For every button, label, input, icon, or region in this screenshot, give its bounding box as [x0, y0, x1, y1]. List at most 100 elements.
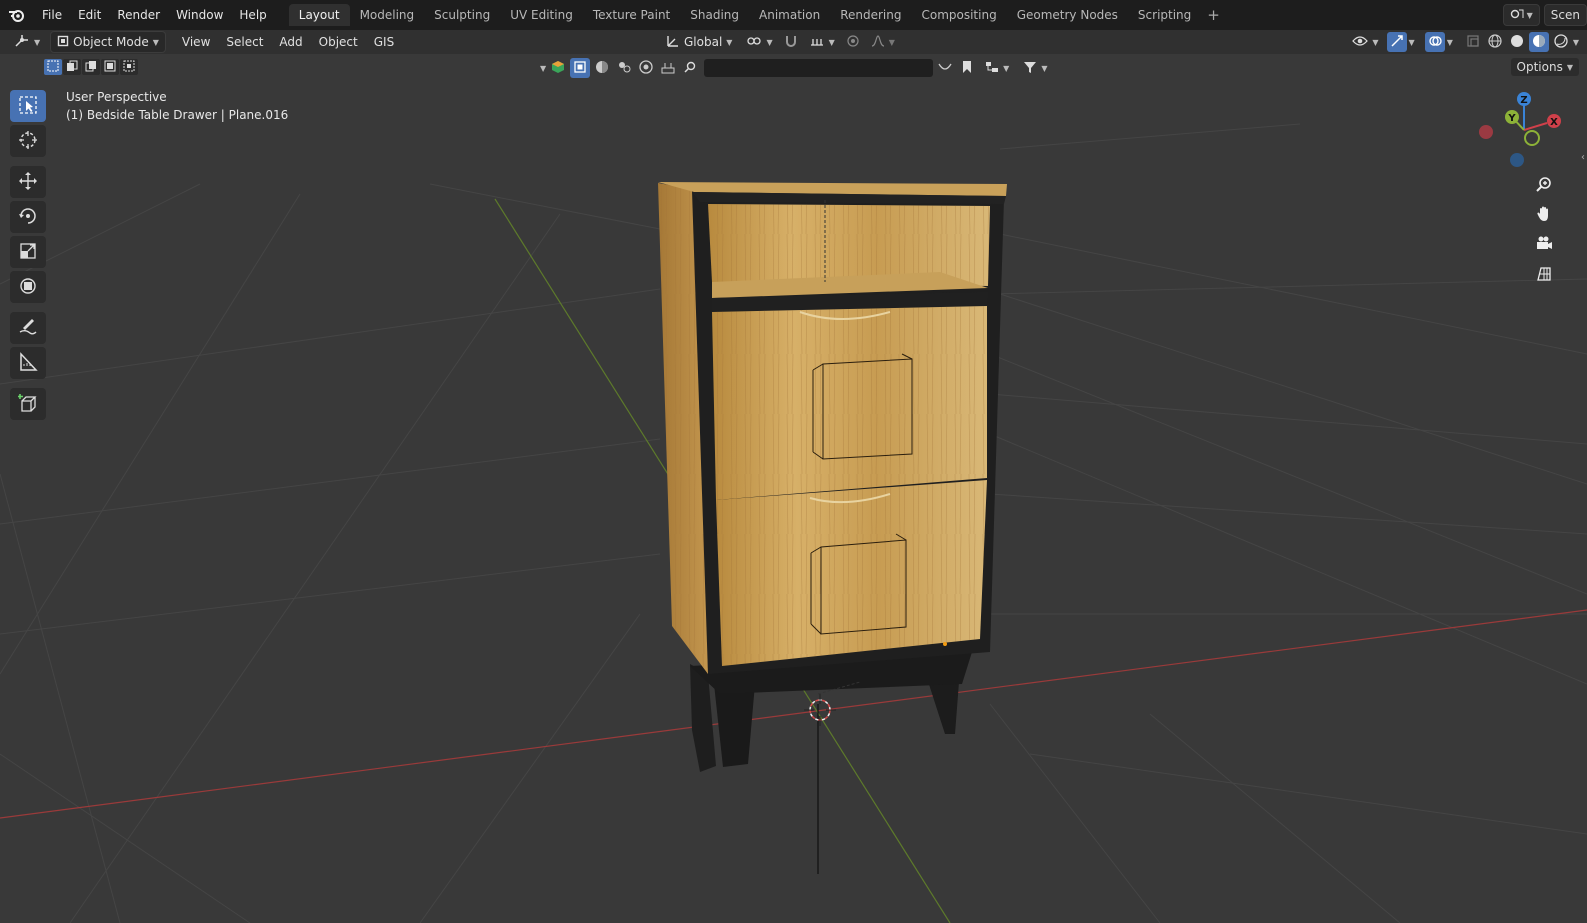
tool-select-box[interactable] — [10, 90, 46, 122]
filter-dropdown[interactable]: ▼ — [1017, 58, 1053, 78]
chevron-down-icon[interactable]: ▼ — [540, 64, 546, 73]
tab-compositing[interactable]: Compositing — [911, 4, 1006, 26]
zoom-button[interactable] — [1530, 172, 1558, 198]
proportional-icon — [847, 34, 859, 50]
menu-gis[interactable]: GIS — [366, 35, 402, 49]
proportional-edit-toggle[interactable] — [843, 32, 863, 52]
mode-dropdown[interactable]: Object Mode ▼ — [50, 31, 166, 53]
tool-measure[interactable] — [10, 347, 46, 379]
menu-window[interactable]: Window — [168, 0, 231, 30]
menu-file[interactable]: File — [34, 0, 70, 30]
world-icon — [639, 59, 653, 77]
menu-select[interactable]: Select — [218, 35, 271, 49]
pivot-dropdown[interactable]: ▼ — [740, 32, 778, 52]
tab-uv-editing[interactable]: UV Editing — [500, 4, 583, 26]
shading-solid[interactable] — [1507, 32, 1527, 52]
gizmo-neg-z-icon[interactable] — [1510, 153, 1524, 167]
select-extend-icon — [66, 60, 78, 75]
blender-logo-icon[interactable] — [0, 7, 34, 23]
navigation-gizmo[interactable]: Z X Y — [1474, 88, 1566, 172]
falloff-curve-icon — [871, 34, 885, 50]
display-filter-4[interactable] — [658, 58, 678, 78]
snap-target-dropdown[interactable]: ▼ — [803, 32, 841, 52]
menu-object[interactable]: Object — [311, 35, 366, 49]
tool-shelf — [8, 90, 48, 423]
select-box-filter[interactable] — [570, 58, 591, 78]
gizmo-neg-y-icon[interactable] — [1524, 130, 1540, 146]
gizmo-toggle[interactable] — [1386, 32, 1407, 52]
display-filter-3[interactable] — [636, 58, 656, 78]
shading-material[interactable] — [1528, 32, 1549, 52]
snap-toggle[interactable] — [781, 32, 801, 52]
tab-scripting[interactable]: Scripting — [1128, 4, 1201, 26]
3d-viewport[interactable]: ▼ ▼ ▼ Options ▼ ‹ User Perspective (1) B… — [0, 54, 1587, 923]
tool-cursor[interactable] — [10, 125, 46, 157]
tab-rendering[interactable]: Rendering — [830, 4, 911, 26]
bedside-table-model[interactable] — [658, 182, 1007, 772]
tool-transform[interactable] — [10, 271, 46, 303]
shading-wireframe[interactable] — [1485, 32, 1505, 52]
overlays-toggle[interactable] — [1424, 32, 1445, 52]
chevron-down-icon: ▼ — [726, 37, 733, 47]
xray-toggle[interactable] — [1463, 32, 1483, 52]
object-type-filter[interactable] — [548, 58, 568, 78]
gizmo-y-icon[interactable]: Y — [1505, 110, 1519, 124]
tool-move[interactable] — [10, 166, 46, 198]
measure-icon — [18, 351, 38, 375]
scene-name-field[interactable]: Scen — [1543, 4, 1587, 26]
gizmo-neg-x-icon[interactable] — [1479, 125, 1493, 139]
falloff-dropdown[interactable]: ▼ — [865, 32, 901, 52]
options-dropdown[interactable]: Options ▼ — [1510, 58, 1579, 76]
hierarchy-dropdown[interactable]: ▼ — [979, 58, 1015, 78]
viewport-filters: ▼ ▼ ▼ — [540, 58, 1053, 78]
menu-view[interactable]: View — [174, 35, 218, 49]
select-subtract-button[interactable] — [82, 59, 100, 75]
chevron-down-icon[interactable]: ▼ — [1409, 38, 1415, 47]
tab-geometry-nodes[interactable]: Geometry Nodes — [1007, 4, 1128, 26]
sidebar-expand-icon[interactable]: ‹ — [1581, 152, 1585, 163]
search-button[interactable] — [680, 58, 700, 78]
select-intersect-button[interactable] — [120, 59, 138, 75]
add-workspace-button[interactable]: + — [1201, 6, 1226, 24]
shading-rendered[interactable] — [1551, 32, 1571, 52]
bookmark-button[interactable] — [957, 58, 977, 78]
display-filter-1[interactable] — [592, 58, 612, 78]
tab-layout[interactable]: Layout — [288, 4, 350, 26]
tab-texture-paint[interactable]: Texture Paint — [583, 4, 680, 26]
menu-help[interactable]: Help — [231, 0, 274, 30]
display-filter-2[interactable] — [614, 58, 634, 78]
visibility-dropdown[interactable]: ▼ — [1346, 32, 1384, 52]
select-invert-button[interactable] — [101, 59, 119, 75]
light-icon — [617, 60, 631, 77]
tab-modeling[interactable]: Modeling — [350, 4, 425, 26]
tool-add-cube[interactable] — [10, 388, 46, 420]
scene-type-button[interactable]: ▼ — [1502, 4, 1540, 26]
svg-text:Y: Y — [1507, 113, 1516, 124]
chevron-down-icon: ▼ — [828, 37, 835, 47]
chevron-down-icon[interactable]: ▼ — [1447, 38, 1453, 47]
editor-type-button[interactable]: ▼ — [8, 32, 46, 52]
menu-add[interactable]: Add — [271, 35, 310, 49]
camera-view-button[interactable] — [1530, 232, 1558, 258]
tool-rotate[interactable] — [10, 201, 46, 233]
orientation-dropdown[interactable]: Global ▼ — [660, 32, 738, 52]
gizmo-z-icon[interactable]: Z — [1517, 92, 1531, 106]
search-input[interactable] — [704, 59, 934, 77]
material-sphere-icon — [1532, 34, 1546, 51]
ortho-toggle-button[interactable] — [1530, 262, 1558, 288]
chevron-down-icon[interactable]: ▼ — [1573, 38, 1579, 47]
tab-sculpting[interactable]: Sculpting — [424, 4, 500, 26]
eye-icon — [1352, 35, 1369, 50]
tab-animation[interactable]: Animation — [749, 4, 830, 26]
menu-edit[interactable]: Edit — [70, 0, 109, 30]
select-extend-button[interactable] — [63, 59, 81, 75]
tool-annotate[interactable] — [10, 312, 46, 344]
table-leg — [714, 684, 755, 767]
tool-scale[interactable] — [10, 236, 46, 268]
gizmo-x-icon[interactable]: X — [1547, 114, 1561, 128]
tab-shading[interactable]: Shading — [680, 4, 749, 26]
pan-button[interactable] — [1530, 202, 1558, 228]
menu-render[interactable]: Render — [109, 0, 168, 30]
select-new-button[interactable] — [44, 59, 62, 75]
filter-dropdown-1[interactable] — [935, 58, 955, 78]
